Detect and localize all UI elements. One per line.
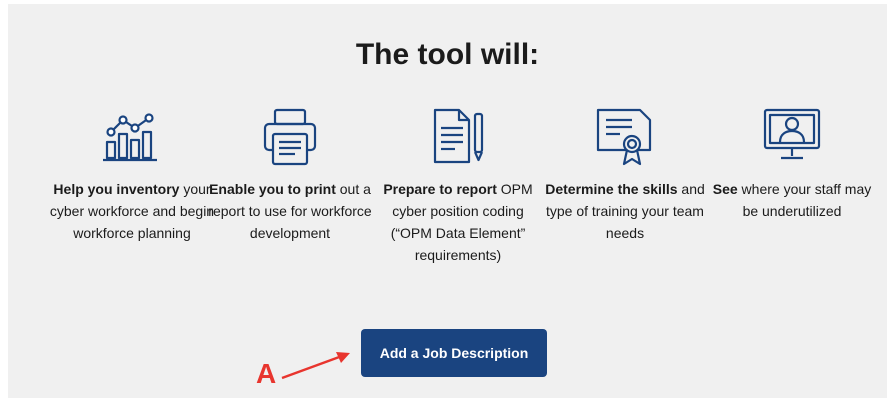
staff-monitor-icon [757, 106, 827, 168]
feature-text: Enable you to print out a report to use … [208, 181, 372, 241]
feature-report: Prepare to report OPM cyber position cod… [373, 106, 543, 266]
feature-text: Help you inventory your cyber workforce … [49, 181, 215, 241]
document-pen-icon [423, 106, 493, 168]
printer-icon [255, 106, 325, 168]
annotation-label: A [256, 358, 277, 389]
feature-skills: Determine the skills and type of trainin… [540, 106, 710, 244]
chart-icon [97, 106, 167, 168]
feature-text: Determine the skills and type of trainin… [545, 181, 705, 241]
certificate-icon [590, 106, 660, 168]
feature-print: Enable you to print out a report to use … [205, 106, 375, 244]
feature-text: Prepare to report OPM cyber position cod… [383, 181, 533, 263]
features-row: Help you inventory your cyber workforce … [0, 106, 895, 306]
add-job-description-button[interactable]: Add a Job Description [361, 329, 547, 377]
feature-staff: See where your staff may be underutilize… [707, 106, 877, 222]
annotation-arrow-icon [281, 352, 350, 380]
feature-text: See where your staff may be underutilize… [712, 181, 872, 219]
feature-inventory: Help you inventory your cyber workforce … [47, 106, 217, 244]
section-title: The tool will: [355, 38, 540, 71]
